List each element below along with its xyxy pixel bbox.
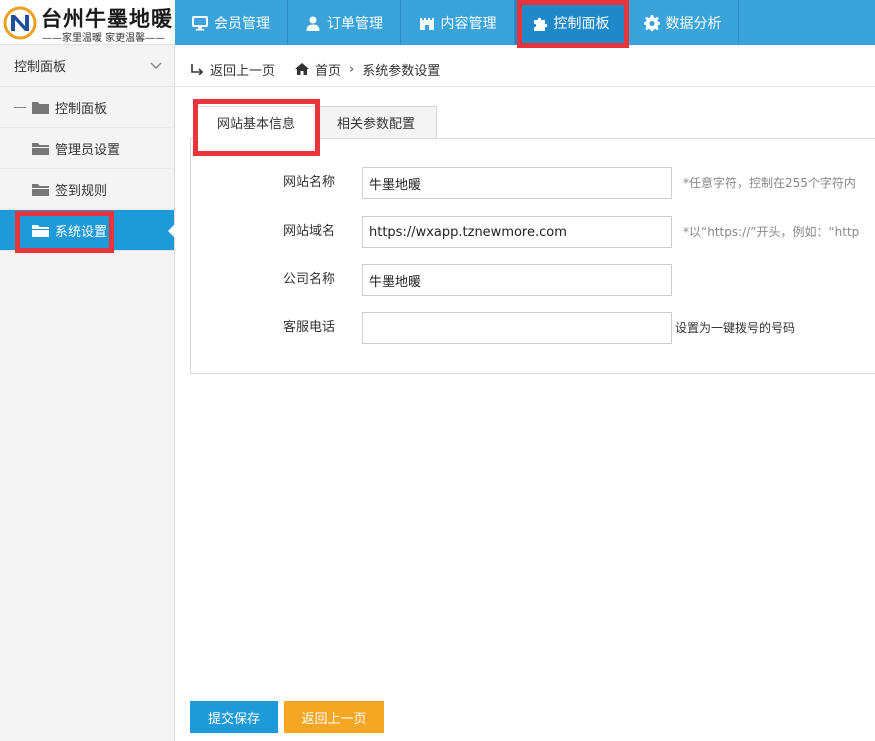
site-domain-label: 网站域名 bbox=[283, 224, 336, 239]
service-phone-input[interactable] bbox=[362, 312, 672, 344]
tab-bar: 网站基本信息 相关参数配置 bbox=[190, 106, 875, 139]
site-name-input[interactable] bbox=[362, 167, 672, 199]
sidebar: 控制面板 控制面板 管理员设置 签到规则 系统设置 bbox=[0, 45, 175, 741]
site-name-label: 网站名称 bbox=[283, 175, 336, 190]
logo-subtitle: ——家里温暖 家更温馨—— bbox=[42, 33, 166, 44]
nav-label: 控制面板 bbox=[553, 15, 610, 32]
tab-related-params[interactable]: 相关参数配置 bbox=[315, 106, 437, 139]
folder-icon bbox=[32, 101, 49, 114]
gear-icon bbox=[643, 14, 660, 31]
form-row-service-phone: 客服电话 设置为一键拨号的号码 bbox=[191, 312, 875, 344]
sidebar-item-admin-settings[interactable]: 管理员设置 bbox=[0, 128, 174, 169]
logo-mark-icon bbox=[3, 6, 37, 40]
return-icon bbox=[191, 64, 204, 75]
site-domain-input[interactable] bbox=[362, 216, 672, 248]
sidebar-item-system-settings[interactable]: 系统设置 bbox=[0, 210, 175, 251]
company-name-input[interactable] bbox=[362, 264, 672, 296]
site-name-hint: *任意字符，控制在255个字符内 bbox=[683, 176, 856, 190]
main-nav: 会员管理 订单管理 内容管理 控制面板 数据分析 bbox=[175, 0, 739, 45]
nav-label: 数据分析 bbox=[665, 15, 722, 32]
form-row-site-name: 网站名称 *任意字符，控制在255个字符内 bbox=[191, 167, 875, 199]
sidebar-item-checkin-rules[interactable]: 签到规则 bbox=[0, 169, 174, 210]
nav-label: 内容管理 bbox=[440, 15, 497, 32]
castle-icon bbox=[419, 17, 434, 30]
logo[interactable]: 台州牛墨地暖 ——家里温暖 家更温馨—— bbox=[0, 0, 175, 45]
tree-dash-icon bbox=[14, 106, 26, 108]
nav-member-management[interactable]: 会员管理 bbox=[175, 0, 288, 45]
sidebar-item-label: 管理员设置 bbox=[55, 142, 121, 158]
sidebar-header[interactable]: 控制面板 bbox=[0, 45, 174, 87]
settings-form: 网站名称 *任意字符，控制在255个字符内 网站域名 *以“https://”开… bbox=[190, 139, 875, 374]
nav-content-management[interactable]: 内容管理 bbox=[401, 0, 515, 45]
tab-site-basic-info[interactable]: 网站基本信息 bbox=[196, 106, 316, 139]
puzzle-icon bbox=[533, 17, 547, 31]
form-row-company-name: 公司名称 bbox=[191, 264, 875, 296]
top-bar: 台州牛墨地暖 ——家里温暖 家更温馨—— 会员管理 订单管理 内容管理 控制面板… bbox=[0, 0, 875, 45]
service-phone-label: 客服电话 bbox=[283, 320, 336, 335]
sidebar-header-label: 控制面板 bbox=[14, 60, 67, 75]
breadcrumb-home-link[interactable]: 首页 bbox=[315, 60, 341, 79]
submit-save-button[interactable]: 提交保存 bbox=[190, 701, 278, 733]
nav-label: 订单管理 bbox=[327, 15, 383, 32]
sidebar-item-label: 系统设置 bbox=[55, 224, 108, 240]
sidebar-item-label: 签到规则 bbox=[55, 183, 108, 199]
chevron-down-icon bbox=[150, 62, 162, 69]
nav-order-management[interactable]: 订单管理 bbox=[288, 0, 401, 45]
folder-open-icon bbox=[32, 224, 49, 237]
user-icon bbox=[306, 16, 320, 31]
folder-icon bbox=[32, 142, 49, 155]
breadcrumb: 返回上一页 首页 › 系统参数设置 bbox=[190, 57, 440, 81]
form-row-site-domain: 网站域名 *以“https://”开头，例如：“http bbox=[191, 216, 875, 248]
folder-icon bbox=[32, 183, 49, 196]
sidebar-item-label: 控制面板 bbox=[55, 101, 108, 117]
monitor-icon bbox=[192, 15, 208, 30]
home-icon bbox=[295, 63, 310, 75]
breadcrumb-current: 系统参数设置 bbox=[362, 63, 441, 79]
breadcrumb-back-link[interactable]: 返回上一页 bbox=[210, 60, 275, 79]
service-phone-hint: 设置为一键拨号的号码 bbox=[675, 321, 796, 335]
nav-data-analysis[interactable]: 数据分析 bbox=[627, 0, 739, 45]
breadcrumb-separator-icon: › bbox=[349, 61, 355, 77]
sidebar-item-control-panel[interactable]: 控制面板 bbox=[0, 87, 174, 128]
back-button[interactable]: 返回上一页 bbox=[284, 701, 384, 733]
settings-panel: 网站基本信息 相关参数配置 网站名称 *任意字符，控制在255个字符内 网站域名… bbox=[190, 106, 875, 374]
nav-label: 会员管理 bbox=[214, 15, 270, 32]
site-domain-hint: *以“https://”开头，例如：“http bbox=[683, 225, 860, 239]
divider bbox=[176, 86, 875, 87]
nav-control-panel[interactable]: 控制面板 bbox=[515, 0, 627, 45]
company-name-label: 公司名称 bbox=[283, 272, 336, 287]
